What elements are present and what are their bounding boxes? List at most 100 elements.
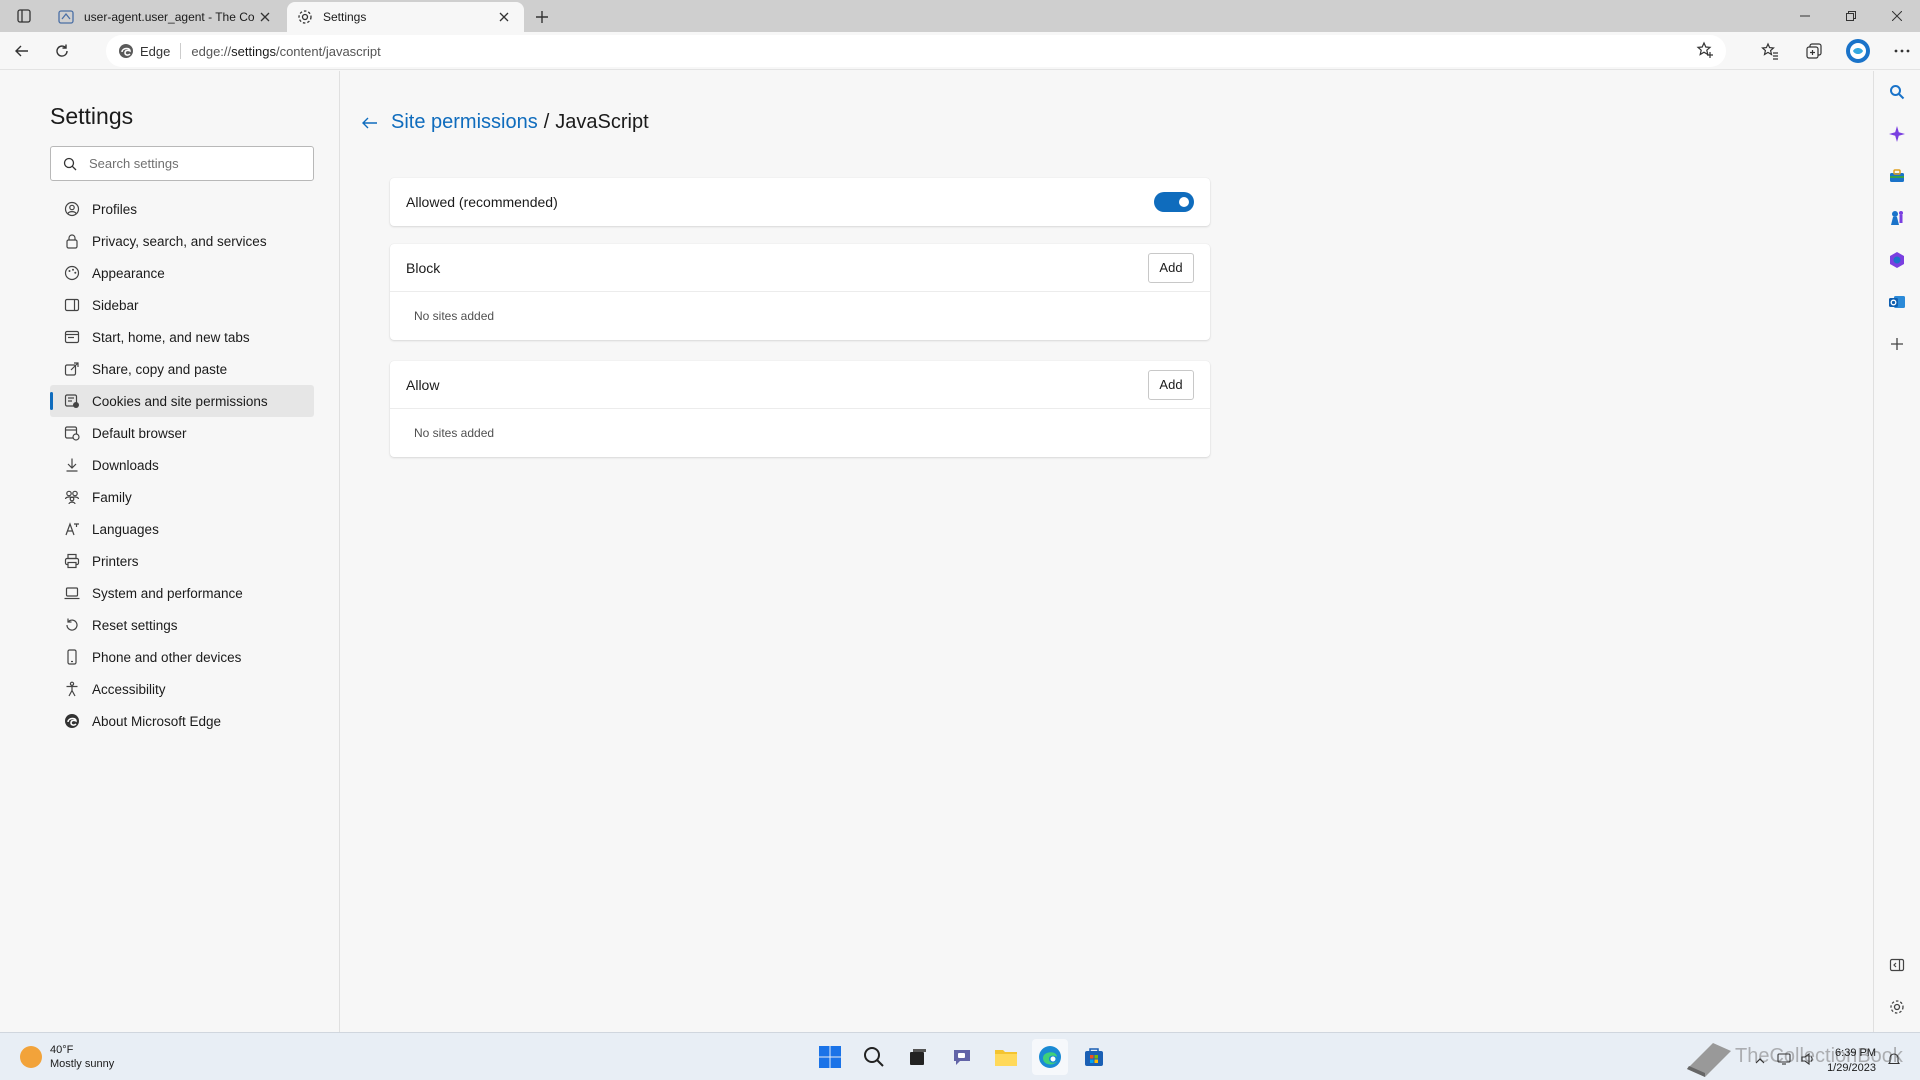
collections-button[interactable] <box>1796 35 1832 67</box>
weather-widget[interactable]: 40°F Mostly sunny <box>20 1043 114 1071</box>
chess-icon <box>1891 211 1903 225</box>
close-icon[interactable] <box>255 7 275 27</box>
restore-button[interactable] <box>1828 0 1874 32</box>
arrow-left-icon <box>15 45 28 56</box>
breadcrumb: Site permissions / JavaScript <box>361 111 649 134</box>
reset-icon <box>64 617 80 633</box>
page-favicon-icon <box>58 9 74 25</box>
close-window-button[interactable] <box>1874 0 1920 32</box>
sidebar-item-languages[interactable]: Languages <box>50 513 314 545</box>
laptop-icon <box>64 585 80 601</box>
favorites-button[interactable] <box>1752 35 1788 67</box>
settings-nav-list: Profiles Privacy, search, and services A… <box>50 193 314 737</box>
sidebar-add-button[interactable] <box>1886 333 1908 355</box>
block-add-button[interactable]: Add <box>1148 252 1194 283</box>
toolbar-right <box>1744 35 1920 67</box>
close-icon[interactable] <box>494 7 514 27</box>
sidebar-item-privacy[interactable]: Privacy, search, and services <box>50 225 314 257</box>
sidebar-discover-button[interactable] <box>1886 123 1908 145</box>
search-box[interactable] <box>50 146 314 181</box>
file-explorer-button[interactable] <box>988 1039 1024 1075</box>
sidebar-games-button[interactable] <box>1886 207 1908 229</box>
avatar-icon <box>1846 39 1870 63</box>
minimize-button[interactable] <box>1782 0 1828 32</box>
sidebar-search-button[interactable] <box>1886 81 1908 103</box>
plus-icon <box>536 11 548 23</box>
sidebar-item-label: Family <box>92 489 132 505</box>
toolbox-icon <box>1890 169 1904 182</box>
breadcrumb-separator: / <box>543 111 550 133</box>
sidebar-item-share[interactable]: Share, copy and paste <box>50 353 314 385</box>
network-icon[interactable] <box>1777 1053 1791 1068</box>
sidebar-item-family[interactable]: Family <box>50 481 314 513</box>
sidebar-item-label: Printers <box>92 553 139 569</box>
teams-chat-button[interactable] <box>944 1039 980 1075</box>
tab-user-agent[interactable]: user-agent.user_agent - The Coll <box>48 2 285 32</box>
add-favorite-button[interactable] <box>1696 41 1714 62</box>
clock[interactable]: 6:39 PM 1/29/2023 <box>1827 1046 1876 1076</box>
sidebar-office-button[interactable] <box>1886 249 1908 271</box>
family-icon <box>64 489 80 505</box>
sidebar-item-label: About Microsoft Edge <box>92 713 222 729</box>
sidebar-item-label: Profiles <box>92 201 138 217</box>
url-path: /content/javascript <box>275 43 381 59</box>
sidebar-item-profiles[interactable]: Profiles <box>50 193 314 225</box>
sidebar-item-cookies[interactable]: Cookies and site permissions <box>50 385 314 417</box>
url-text: edge://settings/content/javascript <box>191 44 380 59</box>
panel-collapse-icon <box>1889 958 1905 972</box>
breadcrumb-link-site-permissions[interactable]: Site permissions <box>391 111 538 134</box>
tab-actions-icon <box>17 9 31 23</box>
sidebar-outlook-button[interactable] <box>1886 291 1908 313</box>
new-tab-button[interactable] <box>526 2 558 32</box>
sidebar-item-appearance[interactable]: Appearance <box>50 257 314 289</box>
allowed-label: Allowed (recommended) <box>406 194 558 210</box>
sidebar-item-sidebar[interactable]: Sidebar <box>50 289 314 321</box>
search-icon <box>63 157 77 170</box>
allowed-card: Allowed (recommended) <box>390 178 1210 226</box>
allow-add-button[interactable]: Add <box>1148 369 1194 400</box>
allowed-row: Allowed (recommended) <box>390 178 1210 226</box>
store-button[interactable] <box>1076 1039 1112 1075</box>
settings-main: Site permissions / JavaScript Allowed (r… <box>341 71 1872 1032</box>
profile-button[interactable] <box>1840 35 1876 67</box>
task-view-button[interactable] <box>900 1039 936 1075</box>
back-button[interactable] <box>361 114 379 132</box>
sidebar-item-default-browser[interactable]: Default browser <box>50 417 314 449</box>
notification-icon[interactable] <box>1887 1052 1901 1069</box>
sidebar-item-system[interactable]: System and performance <box>50 577 314 609</box>
weather-temp: 40°F <box>50 1044 74 1056</box>
sidebar-item-about[interactable]: About Microsoft Edge <box>50 705 314 737</box>
sidebar-item-label: Cookies and site permissions <box>92 393 268 409</box>
volume-icon[interactable] <box>1801 1052 1815 1068</box>
start-button[interactable] <box>812 1039 848 1075</box>
taskbar-search-button[interactable] <box>856 1039 892 1075</box>
refresh-button[interactable] <box>44 35 80 67</box>
edge-taskbar-button[interactable] <box>1032 1039 1068 1075</box>
allowed-toggle[interactable] <box>1154 192 1194 212</box>
site-identity[interactable]: Edge <box>118 43 182 59</box>
restore-icon <box>1846 11 1856 21</box>
address-bar[interactable]: Edge edge://settings/content/javascript <box>106 35 1726 67</box>
office-icon <box>1890 252 1904 268</box>
sidebar-hide-button[interactable] <box>1886 954 1908 976</box>
sidebar-tools-button[interactable] <box>1886 165 1908 187</box>
lock-icon <box>64 233 80 249</box>
more-button[interactable] <box>1884 35 1920 67</box>
taskbar-apps <box>812 1039 1120 1075</box>
home-icon <box>64 329 80 345</box>
tab-actions-button[interactable] <box>0 0 48 32</box>
tab-settings[interactable]: Settings <box>287 2 524 32</box>
task-view-icon <box>910 1049 926 1065</box>
sidebar-item-downloads[interactable]: Downloads <box>50 449 314 481</box>
sidebar-settings-button[interactable] <box>1886 996 1908 1018</box>
allow-label: Allow <box>406 376 440 393</box>
back-button[interactable] <box>4 35 40 67</box>
language-icon <box>64 521 80 537</box>
sidebar-item-phone[interactable]: Phone and other devices <box>50 641 314 673</box>
sidebar-item-reset[interactable]: Reset settings <box>50 609 314 641</box>
chevron-up-icon[interactable] <box>1755 1055 1765 1067</box>
sidebar-item-printers[interactable]: Printers <box>50 545 314 577</box>
sidebar-item-start-home[interactable]: Start, home, and new tabs <box>50 321 314 353</box>
sidebar-item-accessibility[interactable]: Accessibility <box>50 673 314 705</box>
search-input[interactable] <box>89 156 299 171</box>
